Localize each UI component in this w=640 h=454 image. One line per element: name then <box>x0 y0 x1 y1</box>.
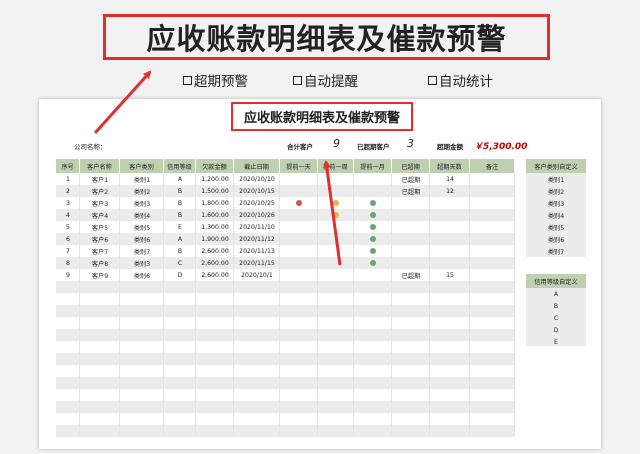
arrow-to-warning <box>322 160 342 266</box>
arrow-to-banner <box>93 70 152 135</box>
annotation-arrows <box>93 70 342 266</box>
